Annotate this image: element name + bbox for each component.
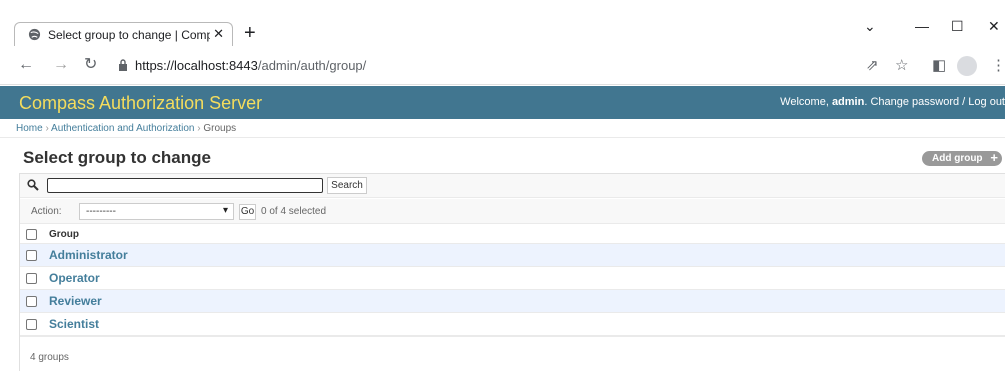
selected-counter: 0 of 4 selected [261, 206, 327, 217]
sidepanel-icon[interactable]: ◧ [932, 58, 946, 74]
changelist: Search Action: --------- ▾ Go 0 of 4 sel… [19, 173, 1005, 371]
search-button[interactable]: Search [327, 177, 367, 194]
welcome-text: Welcome, [780, 96, 832, 108]
group-link[interactable]: Operator [49, 271, 100, 285]
admin-header: Compass Authorization Server Welcome, ad… [0, 86, 1005, 119]
result-count: 4 groups [30, 352, 69, 363]
plus-icon: + [990, 150, 998, 165]
page-title: Select group to change [23, 148, 211, 167]
actions-bar: Action: --------- ▾ Go 0 of 4 selected [20, 199, 1005, 224]
profile-icon[interactable] [957, 56, 977, 76]
paginator: 4 groups [20, 336, 1005, 371]
table-row: Administrator [20, 244, 1005, 267]
add-group-label: Add group [932, 153, 983, 164]
search-icon [27, 179, 39, 191]
reload-icon[interactable]: ↻ [84, 57, 97, 73]
chevron-down-icon: ▾ [222, 205, 228, 216]
url-host: https://localhost:8443 [135, 58, 258, 73]
breadcrumb: Home › Authentication and Authorization … [0, 119, 1005, 138]
username: admin [831, 96, 865, 108]
window-close-icon[interactable]: ✕ [988, 18, 1000, 34]
select-all-checkbox[interactable] [26, 229, 37, 240]
address-bar: ← → ↻ https://localhost:8443/admin/auth/… [0, 48, 1005, 85]
star-icon[interactable]: ☆ [895, 58, 908, 74]
site-branding[interactable]: Compass Authorization Server [19, 93, 262, 114]
close-icon[interactable]: ✕ [213, 26, 224, 42]
add-group-button[interactable]: Add group + [922, 151, 1002, 166]
browser-window: Select group to change | Compass ✕ + ⌄ —… [0, 0, 1005, 371]
group-link[interactable]: Reviewer [49, 294, 102, 308]
tab-strip: Select group to change | Compass ✕ + ⌄ —… [0, 0, 1005, 48]
action-select[interactable]: --------- ▾ [79, 203, 234, 220]
row-checkbox[interactable] [26, 319, 37, 330]
globe-icon [28, 28, 41, 41]
table-row: Reviewer [20, 290, 1005, 313]
search-toolbar: Search [20, 174, 1005, 198]
group-link[interactable]: Scientist [49, 317, 99, 331]
row-checkbox[interactable] [26, 250, 37, 261]
url-field[interactable]: https://localhost:8443/admin/auth/group/ [135, 58, 366, 73]
back-arrow-icon[interactable]: ← [18, 57, 34, 73]
maximize-icon[interactable]: ☐ [951, 18, 964, 34]
url-path: /admin/auth/group/ [257, 58, 367, 73]
search-input[interactable] [47, 178, 323, 193]
user-links[interactable]: . Change password / Log out [864, 96, 1005, 108]
table-header: Group [20, 225, 1005, 244]
menu-icon[interactable]: ⋮ [991, 58, 1005, 74]
action-label: Action: [31, 206, 62, 217]
breadcrumb-separator: › [42, 123, 52, 134]
share-icon[interactable]: ⇗ [866, 58, 879, 74]
table-row: Operator [20, 267, 1005, 290]
action-select-value: --------- [86, 206, 116, 217]
table-row: Scientist [20, 313, 1005, 336]
row-checkbox[interactable] [26, 296, 37, 307]
lock-icon[interactable] [118, 59, 128, 71]
breadcrumb-home[interactable]: Home [16, 123, 43, 134]
user-tools: Welcome, admin. Change password / Log ou… [780, 96, 1005, 108]
tab-title: Select group to change | Compass [48, 28, 210, 42]
forward-arrow-icon[interactable]: → [53, 57, 69, 73]
row-checkbox[interactable] [26, 273, 37, 284]
group-link[interactable]: Administrator [49, 248, 128, 262]
tab-search-icon[interactable]: ⌄ [864, 18, 876, 34]
breadcrumb-section[interactable]: Authentication and Authorization [51, 123, 194, 134]
browser-tab[interactable]: Select group to change | Compass ✕ [14, 22, 233, 46]
column-header-group[interactable]: Group [49, 229, 79, 240]
minimize-icon[interactable]: — [915, 18, 929, 34]
new-tab-button[interactable]: + [244, 23, 256, 43]
go-button[interactable]: Go [239, 204, 256, 220]
breadcrumb-current: Groups [203, 123, 237, 134]
